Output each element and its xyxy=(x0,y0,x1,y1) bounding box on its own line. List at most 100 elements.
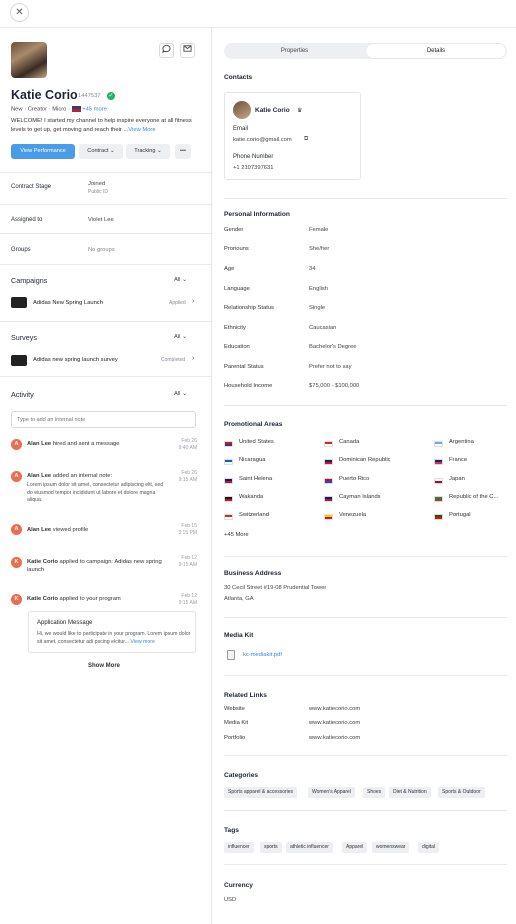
tab-properties[interactable]: Properties xyxy=(224,43,365,59)
country-flag-icon xyxy=(224,514,233,520)
chevron-right-icon[interactable]: › xyxy=(192,298,194,305)
tag-chip: sports xyxy=(260,842,282,853)
related-links-title: Related Links xyxy=(224,692,267,699)
personal-label: Household Income xyxy=(224,383,273,389)
country-flag-icon xyxy=(224,496,233,502)
divider xyxy=(224,864,507,865)
crown-icon: ♛ xyxy=(297,108,303,114)
country-name: Argentina xyxy=(449,439,474,445)
divider xyxy=(0,321,211,322)
tag-chip: Apparel xyxy=(342,842,368,853)
chevron-down-icon: ⌄ xyxy=(157,148,162,154)
country-name: Saint Helena xyxy=(239,476,273,482)
application-message-card: Application Message Hi, we would like to… xyxy=(28,611,196,653)
country-name: Venezuela xyxy=(339,512,367,518)
chat-icon[interactable] xyxy=(159,43,174,58)
chevron-right-icon[interactable]: › xyxy=(192,355,194,362)
category-tag: Shoes xyxy=(363,787,386,798)
personal-value: She/her xyxy=(309,246,330,252)
profile-meta-line: New · Creator · Micro · +45 more xyxy=(11,106,107,113)
activity-timestamp: Feb 12 9:15 AM xyxy=(167,593,197,606)
activity-time: 9:15 AM xyxy=(178,476,197,483)
country-flag-icon xyxy=(324,459,333,465)
more-actions-button[interactable]: ••• xyxy=(175,144,191,159)
category-tag: Sports apparel & accessories xyxy=(224,787,298,798)
personal-value: Female xyxy=(309,227,329,233)
activity-text: added an internal note: xyxy=(51,473,113,479)
surveys-filter[interactable]: All ⌄ xyxy=(174,334,187,340)
portfolio-link[interactable]: www.katiecorio.com xyxy=(309,735,360,741)
activity-item: Katie Corio applied to your program xyxy=(27,595,162,603)
country-flag-icon xyxy=(324,441,333,447)
country-flag-icon xyxy=(224,478,233,484)
application-view-more-link[interactable]: View more xyxy=(130,639,154,645)
more-countries-link[interactable]: +45 More xyxy=(224,532,249,538)
divider xyxy=(0,233,211,234)
assigned-value[interactable]: Violet Lee xyxy=(88,217,114,223)
activity-actor[interactable]: Alan Lee xyxy=(27,473,51,479)
country-flag-icon xyxy=(434,514,443,520)
contract-stage-value: Joined xyxy=(88,181,106,187)
divider xyxy=(224,556,507,557)
copy-icon[interactable]: ⧉ xyxy=(304,136,308,143)
currency-title: Currency xyxy=(224,882,253,889)
survey-item[interactable]: Adidas new spring launch survey xyxy=(33,357,118,363)
activity-actor[interactable]: Alan Lee xyxy=(27,441,51,447)
country-flag-icon xyxy=(434,478,443,484)
activity-time: 9:40 AM xyxy=(178,444,197,451)
activity-timestamp: Feb 15 3:15 PM xyxy=(167,523,197,536)
tracking-dropdown[interactable]: Tracking ⌄ xyxy=(126,144,170,159)
campaign-thumbnail xyxy=(11,297,27,308)
country-name: Japan xyxy=(449,476,465,482)
close-icon[interactable]: ✕ xyxy=(10,3,29,22)
more-locations-link[interactable]: +45 more xyxy=(82,107,107,113)
application-message-text: Hi, we would like to participate in your… xyxy=(37,631,192,646)
profile-id: 1447537 xyxy=(78,93,101,99)
contact-avatar xyxy=(233,101,251,119)
personal-label: Parental Status xyxy=(224,364,264,370)
surveys-filter-label: All xyxy=(174,334,181,340)
activity-timestamp: Feb 26 9:40 AM xyxy=(167,438,197,451)
personal-value: $75,000 - $100,000 xyxy=(309,383,360,389)
country-name: France xyxy=(449,457,468,463)
bio-view-more-link[interactable]: View More xyxy=(128,127,155,133)
activity-actor[interactable]: Alan Lee xyxy=(27,527,51,533)
view-performance-button[interactable]: View Performance xyxy=(11,144,75,159)
activity-item: Alan Lee added an internal note: xyxy=(27,472,162,480)
website-link[interactable]: www.katiecorio.com xyxy=(309,706,360,712)
groups-value[interactable]: No groups xyxy=(88,247,115,253)
country-name: Canada xyxy=(339,439,360,445)
activity-text: viewed profile xyxy=(51,527,89,533)
chevron-down-icon: ⌄ xyxy=(182,391,187,397)
country-flag-icon xyxy=(224,459,233,465)
divider xyxy=(224,810,507,811)
mail-icon[interactable] xyxy=(180,43,195,58)
phone-label: Phone Number xyxy=(233,154,274,160)
show-more-link[interactable]: Show More xyxy=(88,663,120,669)
campaign-item[interactable]: Adidas New Spring Launch xyxy=(33,300,103,306)
contract-dropdown[interactable]: Contract ⌄ xyxy=(79,144,123,159)
email-value[interactable]: katie.corio@gmail.com xyxy=(233,137,292,143)
tag-chip: influencer xyxy=(224,842,254,853)
campaigns-filter[interactable]: All ⌄ xyxy=(174,277,187,283)
activity-actor[interactable]: Katie Corio xyxy=(27,559,58,565)
media-kit-file-link[interactable]: kc-mediakit.pdf xyxy=(243,652,282,658)
divider xyxy=(0,264,211,265)
us-flag-icon xyxy=(71,106,81,112)
activity-text: applied to your program xyxy=(57,596,121,602)
personal-label: Age xyxy=(224,266,235,272)
internal-note-input[interactable] xyxy=(11,411,196,428)
verified-icon: ✓ xyxy=(107,92,115,100)
avatar: A xyxy=(11,471,22,482)
personal-label: Gender xyxy=(224,227,244,233)
media-kit-link[interactable]: www.katiecorio.com xyxy=(309,720,360,726)
country-name: Puerto Rico xyxy=(339,476,370,482)
activity-filter[interactable]: All ⌄ xyxy=(174,391,187,397)
tab-details[interactable]: Details xyxy=(366,44,506,58)
activity-filter-label: All xyxy=(174,391,181,397)
address-line-2: Atlanta, GA xyxy=(224,596,254,602)
survey-thumbnail xyxy=(11,355,27,366)
phone-value[interactable]: +1 2107397631 xyxy=(233,165,273,171)
tracking-label: Tracking xyxy=(134,148,156,154)
activity-actor[interactable]: Katie Corio xyxy=(27,596,58,602)
